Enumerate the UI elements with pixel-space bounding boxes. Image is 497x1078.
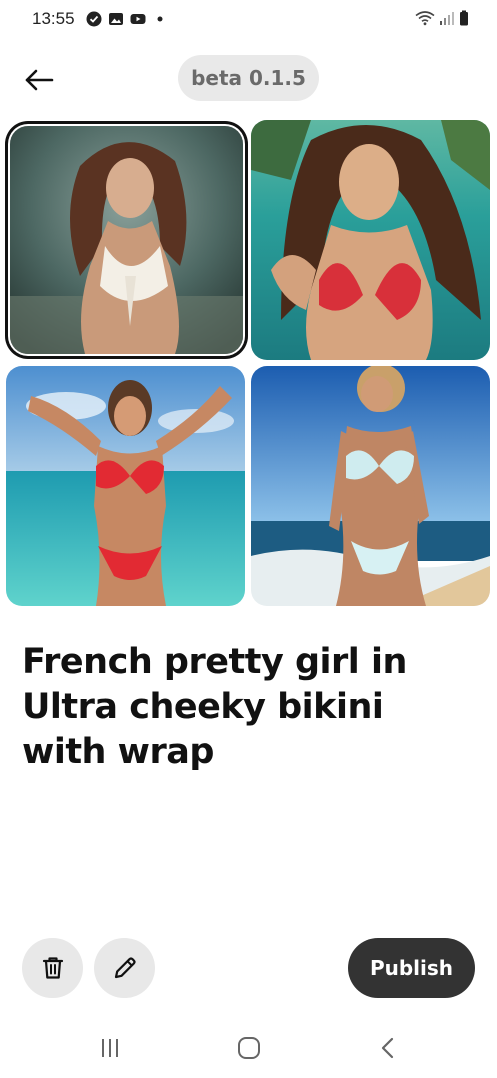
prompt-title: French pretty girl in Ultra cheeky bikin… [22,642,407,772]
signal-icon [440,12,454,25]
status-icons-right [415,10,469,26]
generated-image-1-picture [10,126,243,354]
delete-button[interactable] [22,938,83,998]
arrow-left-icon [25,69,54,91]
publish-button[interactable]: Publish [348,938,475,998]
status-icons-left [86,11,168,27]
generated-image-3[interactable] [6,366,245,606]
recents-button[interactable] [90,1032,130,1064]
back-button[interactable] [18,60,60,100]
battery-icon [460,10,468,26]
generated-image-4-picture [251,366,490,606]
version-badge: beta 0.1.5 [178,55,319,101]
gallery-icon [109,13,123,25]
recents-icon [102,1039,118,1057]
trash-icon [42,957,63,979]
generated-image-2[interactable] [251,120,490,360]
header: beta 0.1.5 [0,50,497,110]
dot-icon [157,16,163,22]
pencil-icon [114,957,136,979]
status-bar: 13:55 [0,0,497,40]
system-back-button[interactable] [368,1032,408,1064]
generated-image-4[interactable] [251,366,490,606]
status-time: 13:55 [32,9,75,28]
edit-button[interactable] [94,938,155,998]
check-circle-icon [86,11,102,27]
generated-image-2-picture [251,120,490,360]
home-icon [238,1037,260,1059]
system-nav-bar [0,1018,497,1078]
youtube-icon [130,14,146,24]
chevron-left-icon [381,1037,394,1059]
wifi-icon [415,11,435,26]
generated-image-3-picture [6,366,245,606]
generated-image-1[interactable] [10,126,243,354]
image-grid [6,120,492,608]
home-button[interactable] [229,1032,269,1064]
